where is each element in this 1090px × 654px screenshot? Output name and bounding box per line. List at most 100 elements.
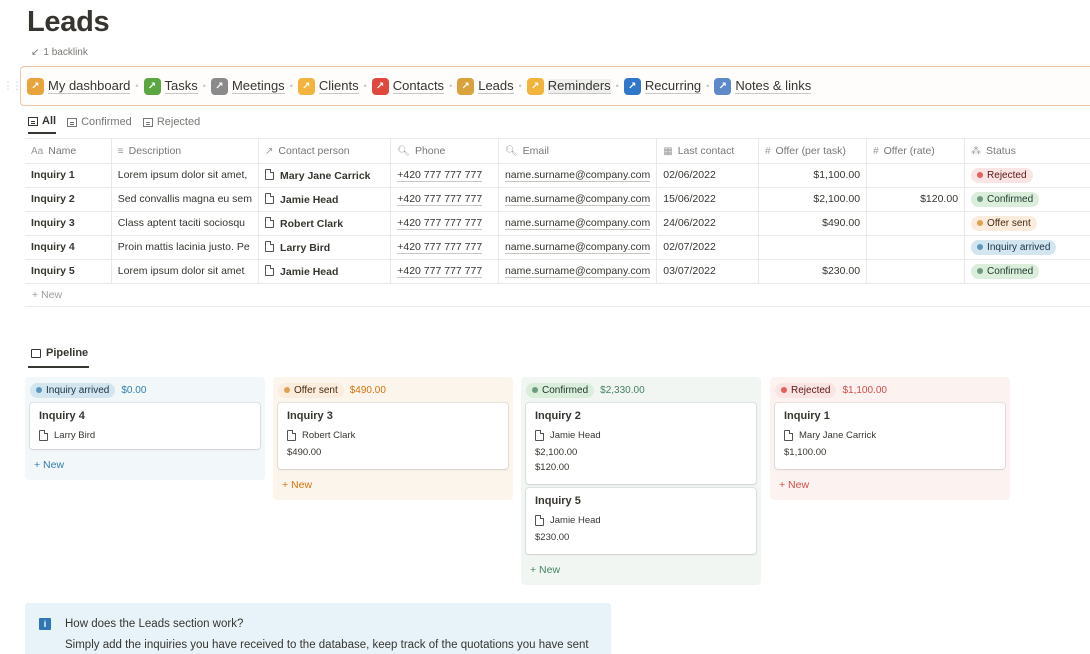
cell-description[interactable]: Lorem ipsum dolor sit amet (111, 259, 260, 284)
tab-all[interactable]: All (28, 115, 57, 134)
cell-last[interactable]: 24/06/2022 (656, 211, 759, 236)
column-header-email[interactable]: 🔍︎ Email (498, 139, 658, 164)
tab-pipeline[interactable]: Pipeline (31, 347, 88, 359)
cell-phone[interactable]: +420 777 777 777 (390, 163, 499, 188)
add-row-button[interactable]: + New (32, 289, 62, 301)
cell-phone[interactable]: +420 777 777 777 (390, 235, 499, 260)
cell-offer-rate[interactable] (866, 259, 966, 284)
cell-last[interactable]: 02/06/2022 (656, 163, 759, 188)
cell-email[interactable]: name.surname@company.com (498, 163, 658, 188)
cell-description[interactable]: Class aptent taciti sociosqu (111, 211, 260, 236)
cell-person[interactable]: Jamie Head (258, 187, 392, 212)
cell-offer-rate[interactable]: $120.00 (866, 187, 966, 212)
cell-phone[interactable]: +420 777 777 777 (390, 259, 499, 284)
column-header-label: Last contact (677, 144, 735, 157)
column-header[interactable]: Rejected $1,100.00 (775, 382, 1005, 398)
nav-link-my-dashboard[interactable]: ↗ My dashboard (27, 77, 131, 95)
property-type-icon: ≡ (117, 145, 124, 157)
column-header-last-contact[interactable]: ▦ Last contact (656, 139, 759, 164)
cell-person[interactable]: Robert Clark (258, 211, 392, 236)
add-card-button[interactable]: + New (775, 473, 1005, 500)
cell-description[interactable]: Sed convallis magna eu sem (111, 187, 260, 212)
cell-offer-task[interactable] (758, 235, 868, 260)
cell-offer-rate[interactable] (866, 235, 966, 260)
cell-phone[interactable]: +420 777 777 777 (390, 211, 499, 236)
cell-offer-rate[interactable] (866, 211, 966, 236)
nav-link-recurring[interactable]: ↗ Recurring (623, 77, 702, 95)
cell-status[interactable]: Confirmed (964, 259, 1090, 284)
cell-name[interactable]: Inquiry 5 (25, 259, 112, 284)
column-header-offer-rate-[interactable]: # Offer (rate) (866, 139, 966, 164)
cell-last[interactable]: 03/07/2022 (656, 259, 759, 284)
cell-status[interactable]: Inquiry arrived (964, 235, 1090, 260)
cell-name[interactable]: Inquiry 1 (25, 163, 112, 188)
table-row[interactable]: Inquiry 1 Lorem ipsum dolor sit amet, Mary… (25, 163, 1090, 188)
nav-link-clients[interactable]: ↗ Clients (297, 77, 359, 95)
cell-phone[interactable]: +420 777 777 777 (390, 187, 499, 212)
board-card[interactable]: Inquiry 5 Jamie Head $230.00 (526, 488, 756, 554)
column-header[interactable]: Inquiry arrived $0.00 (30, 382, 260, 398)
email-value: name.surname@company.com (504, 217, 651, 230)
nav-link-notes-links[interactable]: ↗ Notes & links (714, 77, 812, 95)
nav-link-contacts[interactable]: ↗ Contacts (371, 77, 445, 95)
nav-separator: • (615, 81, 619, 91)
property-type-icon: ⁂ (971, 145, 982, 157)
backlink[interactable]: ↙ 1 backlink (31, 47, 88, 58)
column-header[interactable]: Confirmed $2,330.00 (526, 382, 756, 398)
cell-email[interactable]: name.surname@company.com (498, 259, 658, 284)
cell-status[interactable]: Rejected (964, 163, 1090, 188)
tab-label: Rejected (156, 116, 201, 128)
column-header-label: Offer (per task) (775, 144, 846, 157)
table-row[interactable]: Inquiry 4 Proin mattis lacinia justo. Pe L… (25, 235, 1090, 260)
cell-email[interactable]: name.surname@company.com (498, 211, 658, 236)
cell-offer-task[interactable]: $490.00 (758, 211, 868, 236)
add-card-button[interactable]: + New (278, 473, 508, 500)
table-row[interactable]: Inquiry 5 Lorem ipsum dolor sit amet Jamie… (25, 259, 1090, 284)
cell-last[interactable]: 15/06/2022 (656, 187, 759, 212)
drag-handle-icon[interactable]: ⋮⋮ (3, 81, 22, 92)
board-card[interactable]: Inquiry 1 Mary Jane Carrick $1,100.00 (775, 403, 1005, 469)
cell-offer-task[interactable]: $2,100.00 (758, 187, 868, 212)
cell-name[interactable]: Inquiry 2 (25, 187, 112, 212)
cell-last[interactable]: 02/07/2022 (656, 235, 759, 260)
cell-name[interactable]: Inquiry 3 (25, 211, 112, 236)
nav-link-label: Notes & links (735, 77, 812, 94)
cell-status[interactable]: Confirmed (964, 187, 1090, 212)
column-header-label: Description (128, 144, 182, 157)
column-header-description[interactable]: ≡ Description (111, 139, 260, 164)
cell-status[interactable]: Offer sent (964, 211, 1090, 236)
cell-person[interactable]: Jamie Head (258, 259, 392, 284)
cell-offer-task[interactable]: $1,100.00 (758, 163, 868, 188)
column-header[interactable]: Offer sent $490.00 (278, 382, 508, 398)
cell-person[interactable]: Larry Bird (258, 235, 392, 260)
tab-label: Confirmed (81, 116, 132, 128)
column-header-phone[interactable]: 🔍︎ Phone (390, 139, 499, 164)
status-dot-icon (532, 387, 538, 393)
cell-description[interactable]: Lorem ipsum dolor sit amet, (111, 163, 260, 188)
cell-name[interactable]: Inquiry 4 (25, 235, 112, 260)
cell-offer-rate[interactable] (866, 163, 966, 188)
table-row[interactable]: Inquiry 3 Class aptent taciti sociosqu Rob… (25, 211, 1090, 236)
nav-link-leads[interactable]: ↗ Leads (457, 77, 514, 95)
table-row[interactable]: Inquiry 2 Sed convallis magna eu sem Jamie… (25, 187, 1090, 212)
column-header-status[interactable]: ⁂ Status (964, 139, 1090, 164)
nav-link-meetings[interactable]: ↗ Meetings (210, 77, 285, 95)
cell-person[interactable]: Mary Jane Carrick (258, 163, 392, 188)
cell-offer-task[interactable]: $230.00 (758, 259, 868, 284)
nav-link-reminders[interactable]: ↗ Reminders (526, 77, 611, 95)
cell-email[interactable]: name.surname@company.com (498, 187, 658, 212)
tab-confirmed[interactable]: Confirmed (67, 115, 132, 134)
board-card[interactable]: Inquiry 3 Robert Clark $490.00 (278, 403, 508, 469)
nav-link-tasks[interactable]: ↗ Tasks (143, 77, 198, 95)
board-card[interactable]: Inquiry 4 Larry Bird (30, 403, 260, 449)
column-header-contact-person[interactable]: ↗ Contact person (258, 139, 392, 164)
board-card[interactable]: Inquiry 2 Jamie Head $2,100.00 $120.00 (526, 403, 756, 484)
add-card-button[interactable]: + New (30, 453, 260, 480)
tab-rejected[interactable]: Rejected (142, 115, 201, 134)
column-header-name[interactable]: Aa Name (25, 139, 112, 164)
cell-description[interactable]: Proin mattis lacinia justo. Pe (111, 235, 260, 260)
active-tab-indicator (28, 366, 89, 368)
column-header-offer-per-task-[interactable]: # Offer (per task) (758, 139, 868, 164)
cell-email[interactable]: name.surname@company.com (498, 235, 658, 260)
add-card-button[interactable]: + New (526, 558, 756, 585)
